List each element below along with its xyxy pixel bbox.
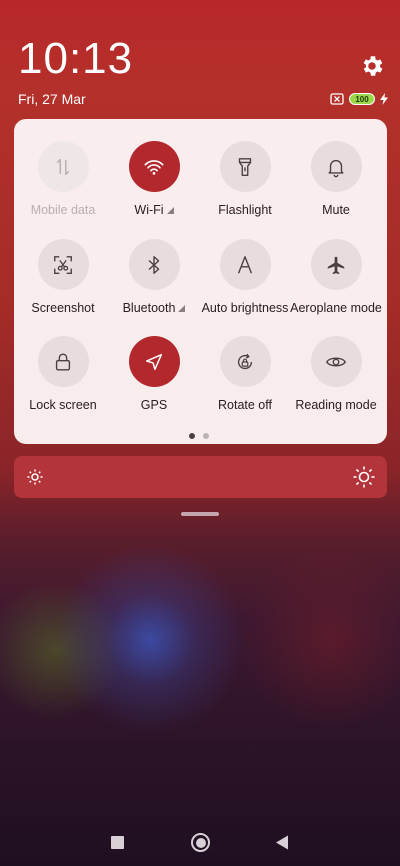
tile-toggle-button[interactable]	[219, 141, 271, 192]
tile-label: Lock screen	[29, 398, 97, 412]
rotate-lock-icon	[237, 353, 253, 369]
tile-toggle-button[interactable]	[310, 336, 362, 387]
tile-gps[interactable]: GPS	[106, 336, 202, 428]
tile-label-row: Wi-Fi	[134, 203, 174, 217]
home-button[interactable]	[191, 833, 210, 852]
bell-icon	[328, 159, 344, 177]
tile-label-row: Reading mode	[295, 398, 376, 412]
charging-bolt-icon	[380, 93, 388, 105]
brightness-slider[interactable]	[14, 456, 387, 498]
page-indicator	[189, 433, 209, 439]
tile-toggle-button[interactable]	[128, 239, 180, 290]
mobile-data-icon	[56, 158, 70, 175]
tile-label: Flashlight	[218, 203, 272, 217]
battery-indicator: 100	[349, 93, 375, 105]
tile-label: GPS	[140, 398, 168, 412]
page-dot-2[interactable]	[203, 433, 209, 439]
tile-label-row: Screenshot	[31, 301, 94, 315]
tile-flashlight[interactable]: Flashlight	[197, 141, 293, 233]
tile-mobile-data[interactable]: Mobile data	[15, 141, 111, 233]
tile-label: Wi-Fi	[134, 203, 164, 217]
tile-label-row: Auto brightness	[202, 301, 289, 315]
tile-toggle-button[interactable]	[128, 141, 180, 192]
screenshot-scissors-icon	[54, 255, 72, 274]
no-sim-icon	[330, 93, 344, 105]
flashlight-icon	[238, 157, 252, 176]
brightness-low-icon	[27, 469, 43, 485]
tile-toggle-button[interactable]	[219, 336, 271, 387]
tile-toggle-button[interactable]	[219, 239, 271, 290]
tile-toggle-button[interactable]	[128, 336, 180, 387]
brightness-high-icon	[353, 466, 375, 488]
tile-aeroplane-mode[interactable]: Aeroplane mode	[288, 239, 384, 331]
page-dot-1[interactable]	[189, 433, 195, 439]
tile-label-row: Lock screen	[29, 398, 96, 412]
panel-drag-handle[interactable]	[181, 512, 219, 516]
tile-label: Reading mode	[295, 398, 377, 412]
date-label: Fri, 27 Mar	[18, 91, 86, 107]
tile-label: Bluetooth	[122, 301, 176, 315]
tile-toggle-button[interactable]	[37, 141, 89, 192]
tile-reading-mode[interactable]: Reading mode	[288, 336, 384, 428]
tile-label: Rotate off	[218, 398, 272, 412]
tile-label-row: Bluetooth	[123, 301, 186, 315]
tile-mute[interactable]: Mute	[288, 141, 384, 233]
back-button[interactable]	[275, 835, 289, 850]
tile-lock-screen[interactable]: Lock screen	[15, 336, 111, 428]
tile-label: Screenshot	[31, 301, 95, 315]
signal-triangle-icon	[166, 206, 174, 214]
tile-toggle-button[interactable]	[310, 239, 362, 290]
tile-wi-fi[interactable]: Wi-Fi	[106, 141, 202, 233]
tile-label: Mute	[322, 203, 350, 217]
tile-bluetooth[interactable]: Bluetooth	[106, 239, 202, 331]
quick-settings-panel: Mobile data Wi-Fi Flashlight Mute Screenshot…	[14, 119, 387, 444]
lock-icon	[55, 353, 71, 370]
status-icons: 100	[330, 92, 388, 106]
gps-arrow-icon	[145, 353, 163, 370]
tile-label-row: Flashlight	[218, 203, 272, 217]
tile-label: Mobile data	[30, 203, 96, 217]
bluetooth-icon	[148, 255, 160, 274]
wifi-icon	[144, 159, 164, 175]
signal-triangle-icon	[178, 304, 186, 312]
tile-label-row: Mute	[322, 203, 350, 217]
tile-label-row: Aeroplane mode	[290, 301, 382, 315]
tile-label-row: Mobile data	[31, 203, 96, 217]
eye-icon	[326, 357, 346, 366]
recents-button[interactable]	[111, 836, 124, 849]
tile-label: Aeroplane mode	[290, 301, 382, 315]
clock-time: 10:13	[18, 34, 134, 83]
tile-screenshot[interactable]: Screenshot	[15, 239, 111, 331]
tile-rotate-off[interactable]: Rotate off	[197, 336, 293, 428]
tile-toggle-button[interactable]	[37, 239, 89, 290]
tile-toggle-button[interactable]	[37, 336, 89, 387]
tile-label: Auto brightness	[201, 301, 289, 315]
auto-brightness-icon	[237, 255, 253, 273]
airplane-icon	[327, 256, 345, 274]
tile-toggle-button[interactable]	[310, 141, 362, 192]
tile-label-row: Rotate off	[218, 398, 272, 412]
gear-icon[interactable]	[359, 53, 385, 79]
tile-label-row: GPS	[141, 398, 167, 412]
tile-auto-brightness[interactable]: Auto brightness	[197, 239, 293, 331]
